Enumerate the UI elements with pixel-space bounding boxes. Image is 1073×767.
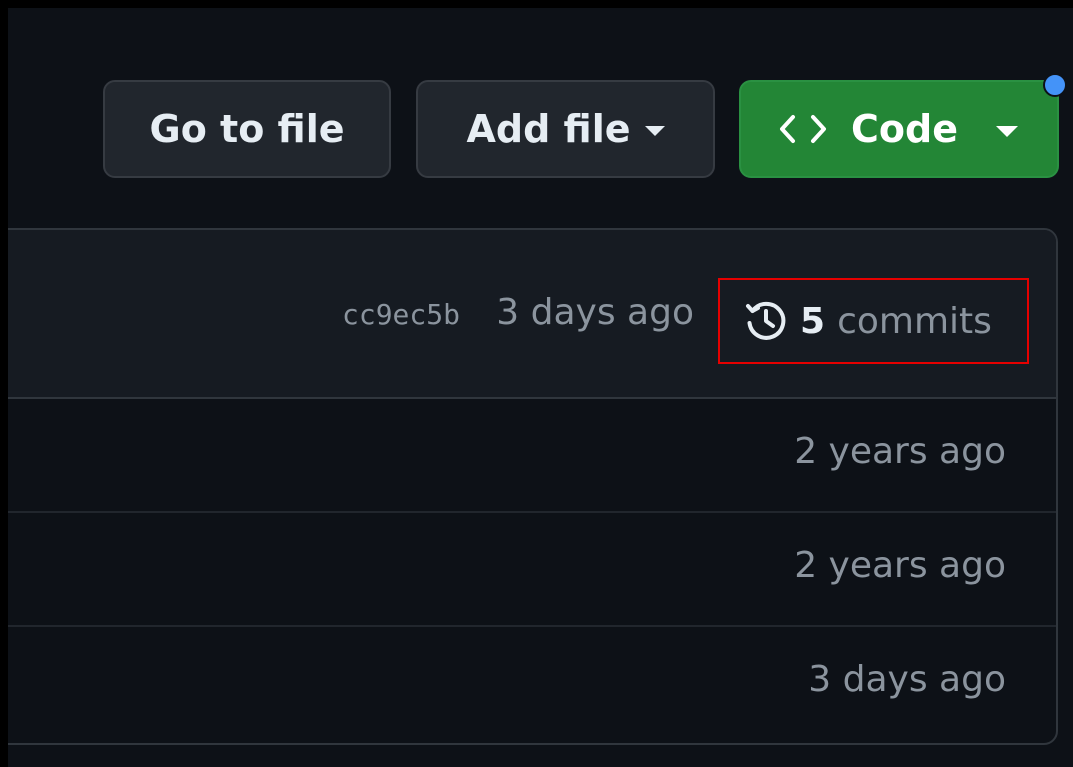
commit-time: 3 days ago	[496, 292, 694, 333]
code-button[interactable]: Code	[739, 80, 1059, 178]
file-row-time: 2 years ago	[794, 431, 1006, 472]
add-file-label: Add file	[466, 107, 631, 151]
file-row-time: 2 years ago	[794, 545, 1006, 586]
go-to-file-button[interactable]: Go to file	[103, 80, 391, 178]
add-file-button[interactable]: Add file	[416, 80, 715, 178]
commits-label: commits	[837, 300, 992, 342]
chevron-down-icon	[995, 125, 1018, 137]
file-row[interactable]: 2 years ago	[8, 513, 1056, 627]
commit-count: 5	[800, 300, 826, 342]
code-brackets-icon	[780, 115, 826, 143]
file-row-time: 3 days ago	[808, 659, 1006, 700]
file-list: cc9ec5b 3 days ago 5 commits 2 years ago…	[8, 228, 1058, 745]
notification-dot	[1043, 73, 1067, 97]
history-icon	[746, 301, 786, 340]
file-row[interactable]: 2 years ago	[8, 399, 1056, 513]
commit-sha-link[interactable]: cc9ec5b	[342, 298, 460, 331]
latest-commit-bar: cc9ec5b 3 days ago 5 commits	[8, 230, 1056, 399]
go-to-file-label: Go to file	[149, 107, 345, 151]
chevron-down-icon	[644, 126, 665, 136]
code-button-label: Code	[851, 107, 958, 151]
commits-history-link[interactable]: 5 commits	[718, 278, 1029, 364]
file-row[interactable]: 3 days ago	[8, 627, 1056, 741]
repo-file-navigation: Go to file Add file Code cc9ec5b 3 days …	[8, 8, 1073, 767]
